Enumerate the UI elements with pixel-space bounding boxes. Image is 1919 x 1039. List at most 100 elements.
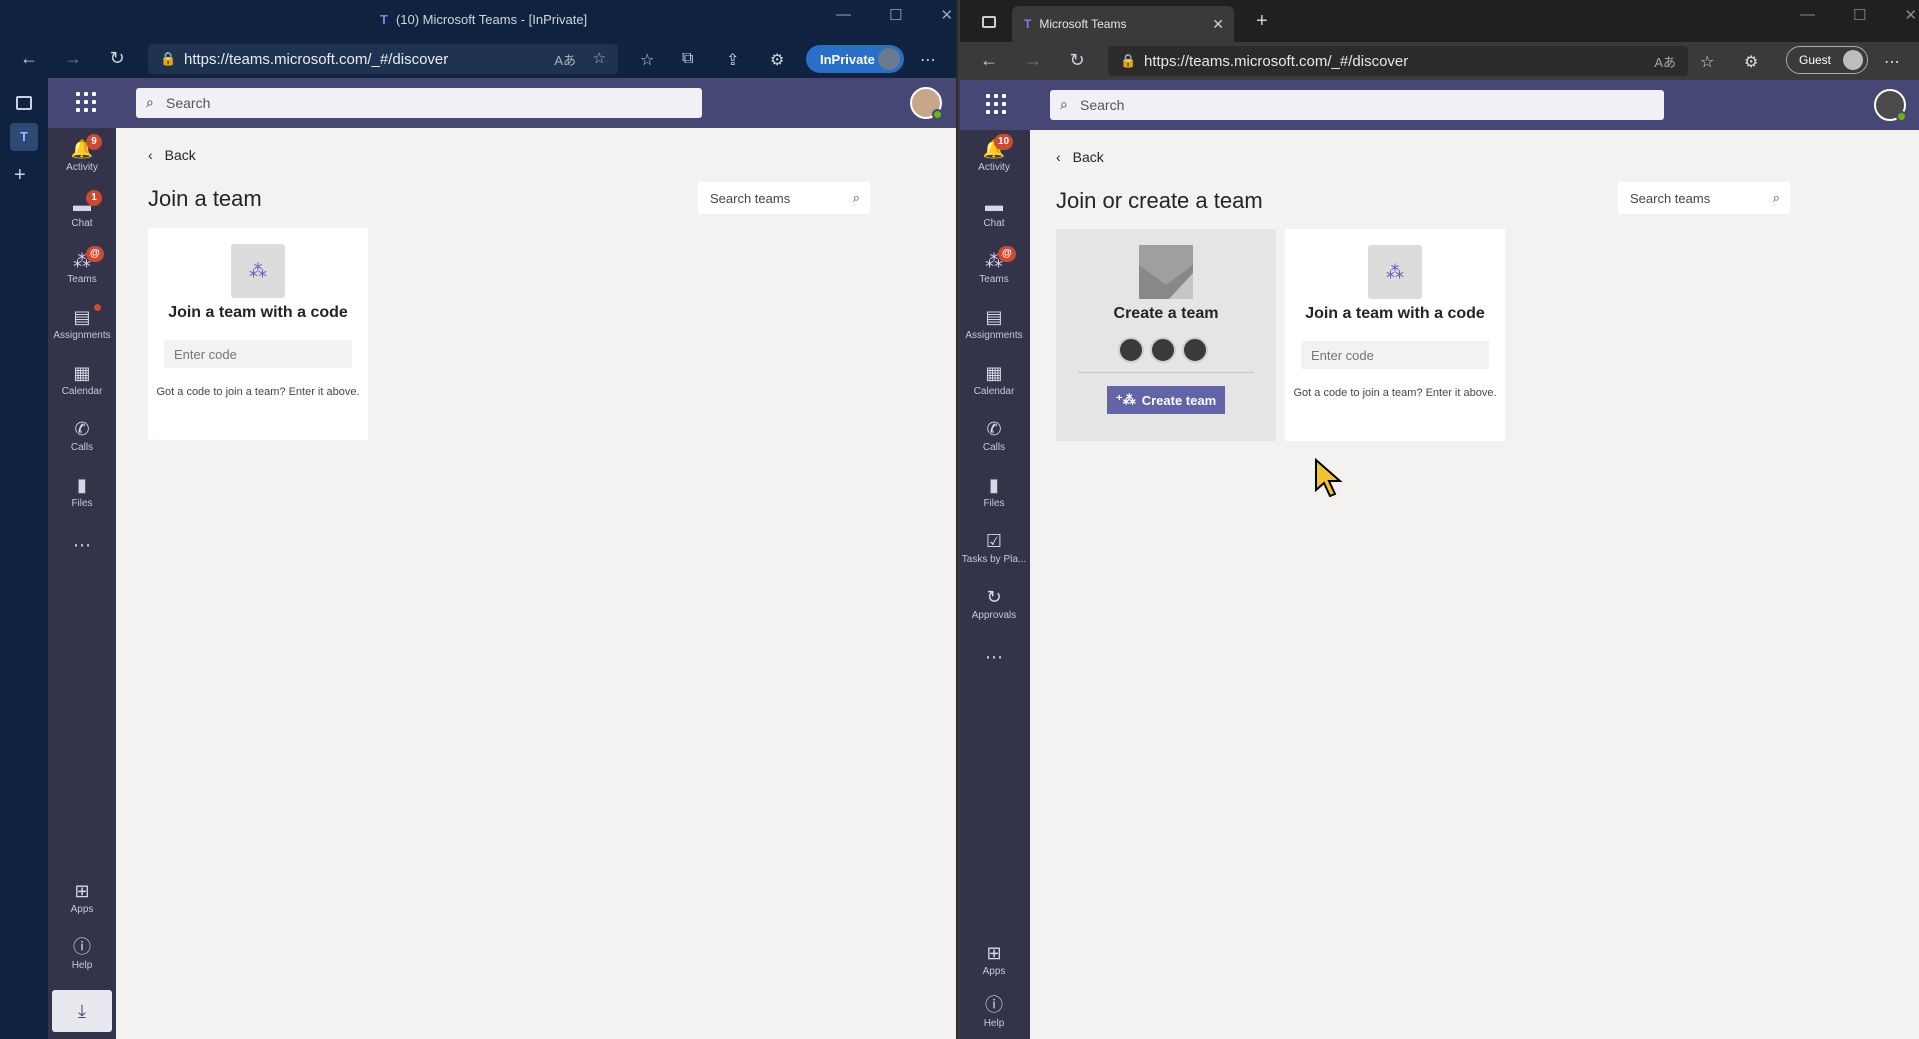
- create-team-label: Create team: [1141, 392, 1217, 408]
- create-team-button[interactable]: ⁺⁂ Create team: [1107, 386, 1225, 414]
- enter-code-input[interactable]: [164, 340, 352, 368]
- refresh-icon[interactable]: ↻: [106, 48, 128, 69]
- guest-profile-button[interactable]: Guest: [1786, 46, 1868, 74]
- teams-tab[interactable]: T: [10, 123, 38, 151]
- rail-teams[interactable]: ⁂ Teams @: [960, 244, 1028, 296]
- forward-arrow-icon[interactable]: →: [1022, 50, 1044, 71]
- status-dot: [932, 109, 943, 120]
- app-rail: 🔔 Activity 9 ▬ Chat 1 ⁂ Teams @ ▤ Assign…: [48, 128, 116, 1039]
- member-avatars: [1118, 337, 1208, 363]
- more-apps-button[interactable]: ⋯: [48, 528, 116, 580]
- page-title: Join or create a team: [1056, 188, 1263, 213]
- refresh-icon[interactable]: ↻: [1066, 50, 1088, 71]
- more-menu-icon[interactable]: ⋯: [1884, 52, 1900, 72]
- back-label: Back: [164, 147, 196, 163]
- more-apps-button[interactable]: ⋯: [960, 640, 1028, 692]
- rail-files[interactable]: ▮ Files: [48, 468, 116, 520]
- enter-code-input[interactable]: [1301, 341, 1489, 369]
- rail-chat[interactable]: ▬ Chat 1: [48, 188, 116, 240]
- rail-assignments[interactable]: ▤ Assignments: [48, 300, 116, 352]
- calendar-icon: ▦: [73, 363, 91, 383]
- rail-activity[interactable]: 🔔 Activity 9: [48, 132, 116, 184]
- rail-label: Calls: [982, 442, 1006, 453]
- minimize-icon[interactable]: —: [836, 6, 851, 24]
- minimize-icon[interactable]: —: [1800, 6, 1815, 24]
- join-team-card: ⁂ Join a team with a code Got a code to …: [1285, 229, 1505, 441]
- user-avatar[interactable]: [910, 87, 943, 120]
- share-icon[interactable]: ⇪: [726, 50, 739, 70]
- rail-help[interactable]: ⓘ Help: [48, 930, 116, 982]
- address-bar[interactable]: 🔒 https://teams.microsoft.com/_#/discove…: [1108, 46, 1688, 76]
- bell-icon: 🔔: [70, 139, 94, 159]
- rail-calendar[interactable]: ▦ Calendar: [48, 356, 116, 408]
- window-controls: — ☐ ✕: [1800, 6, 1917, 24]
- new-tab-icon[interactable]: +: [14, 164, 26, 187]
- profile-avatar: [878, 48, 900, 70]
- tab-actions-icon[interactable]: [982, 16, 996, 28]
- favorites-icon[interactable]: ☆: [640, 50, 654, 70]
- rail-calls[interactable]: ✆ Calls: [960, 412, 1028, 464]
- search-placeholder: Search: [166, 95, 211, 111]
- search-input[interactable]: ⌕ Search: [136, 88, 702, 118]
- search-teams-input[interactable]: Search teams ⌕: [1618, 182, 1790, 214]
- rail-label: Assignments: [53, 330, 111, 341]
- collections-icon[interactable]: ⧉: [682, 50, 693, 68]
- browser-tab[interactable]: T Microsoft Teams ✕: [1012, 6, 1234, 42]
- read-aloud-icon[interactable]: Aあ: [1654, 52, 1676, 71]
- window-controls: — ☐ ✕: [836, 6, 953, 24]
- rail-label: Calendar: [61, 386, 103, 397]
- rail-assignments[interactable]: ▤ Assignments: [960, 300, 1028, 352]
- apps-icon: ⊞: [74, 881, 90, 901]
- back-link[interactable]: ‹ Back: [148, 147, 196, 163]
- back-arrow-icon[interactable]: ←: [18, 48, 40, 69]
- search-teams-placeholder: Search teams: [1630, 190, 1711, 206]
- back-link[interactable]: ‹ Back: [1056, 149, 1104, 165]
- app-rail: 🔔 Activity 10 ▬ Chat ⁂ Teams @ ▤ Assignm…: [960, 130, 1030, 1039]
- more-menu-icon[interactable]: ⋯: [920, 50, 936, 70]
- close-tab-icon[interactable]: ✕: [1212, 16, 1224, 33]
- approvals-icon: ↻: [986, 587, 1002, 607]
- rail-help[interactable]: ⓘ Help: [960, 988, 1028, 1039]
- maximize-icon[interactable]: ☐: [889, 6, 902, 24]
- new-tab-icon[interactable]: +: [1256, 10, 1268, 33]
- rail-label: Calendar: [973, 386, 1015, 397]
- main-content: ‹ Back Join or create a team Search teams…: [1030, 130, 1919, 1039]
- address-bar[interactable]: 🔒 https://teams.microsoft.com/_#/discove…: [148, 44, 618, 74]
- app-launcher-icon[interactable]: [986, 94, 1006, 114]
- rail-activity[interactable]: 🔔 Activity 10: [960, 132, 1028, 184]
- tab-list-icon[interactable]: [16, 96, 32, 110]
- back-arrow-icon[interactable]: ←: [978, 50, 1000, 71]
- teams-logo-icon: T: [380, 12, 388, 27]
- lock-icon: 🔒: [1120, 53, 1137, 68]
- rail-apps[interactable]: ⊞ Apps: [960, 936, 1028, 988]
- member-avatar: [1150, 337, 1176, 363]
- rail-teams[interactable]: ⁂ Teams @: [48, 244, 116, 296]
- chevron-left-icon: ‹: [1056, 149, 1061, 165]
- maximize-icon[interactable]: ☐: [1853, 6, 1866, 24]
- search-input[interactable]: ⌕ Search: [1050, 90, 1664, 120]
- extensions-icon[interactable]: ⚙: [1744, 52, 1758, 72]
- tab-title: Microsoft Teams: [1039, 17, 1127, 31]
- back-label: Back: [1072, 149, 1104, 165]
- rail-calls[interactable]: ✆ Calls: [48, 412, 116, 464]
- favorites-icon[interactable]: ☆: [1700, 52, 1714, 72]
- rail-calendar[interactable]: ▦ Calendar: [960, 356, 1028, 408]
- rail-approvals[interactable]: ↻ Approvals: [960, 580, 1028, 632]
- user-avatar[interactable]: [1874, 89, 1907, 122]
- rail-apps[interactable]: ⊞ Apps: [48, 874, 116, 926]
- create-team-card[interactable]: Create a team ⁺⁂ Create team: [1056, 229, 1276, 441]
- url-text: https://teams.microsoft.com/_#/discover: [184, 50, 449, 68]
- download-app-button[interactable]: ⤓: [52, 990, 112, 1032]
- rail-tasks[interactable]: ☑ Tasks by Pla...: [960, 524, 1028, 576]
- close-icon[interactable]: ✕: [1904, 6, 1917, 24]
- app-launcher-icon[interactable]: [76, 92, 96, 112]
- rail-files[interactable]: ▮ Files: [960, 468, 1028, 520]
- add-favorite-icon[interactable]: ☆: [593, 49, 606, 67]
- inprivate-button[interactable]: InPrivate: [806, 45, 904, 73]
- close-icon[interactable]: ✕: [940, 6, 953, 24]
- read-aloud-icon[interactable]: Aあ: [554, 50, 576, 69]
- rail-chat[interactable]: ▬ Chat: [960, 188, 1028, 240]
- search-teams-input[interactable]: Search teams ⌕: [698, 182, 870, 214]
- forward-arrow-icon[interactable]: →: [62, 48, 84, 69]
- extensions-icon[interactable]: ⚙: [770, 50, 784, 70]
